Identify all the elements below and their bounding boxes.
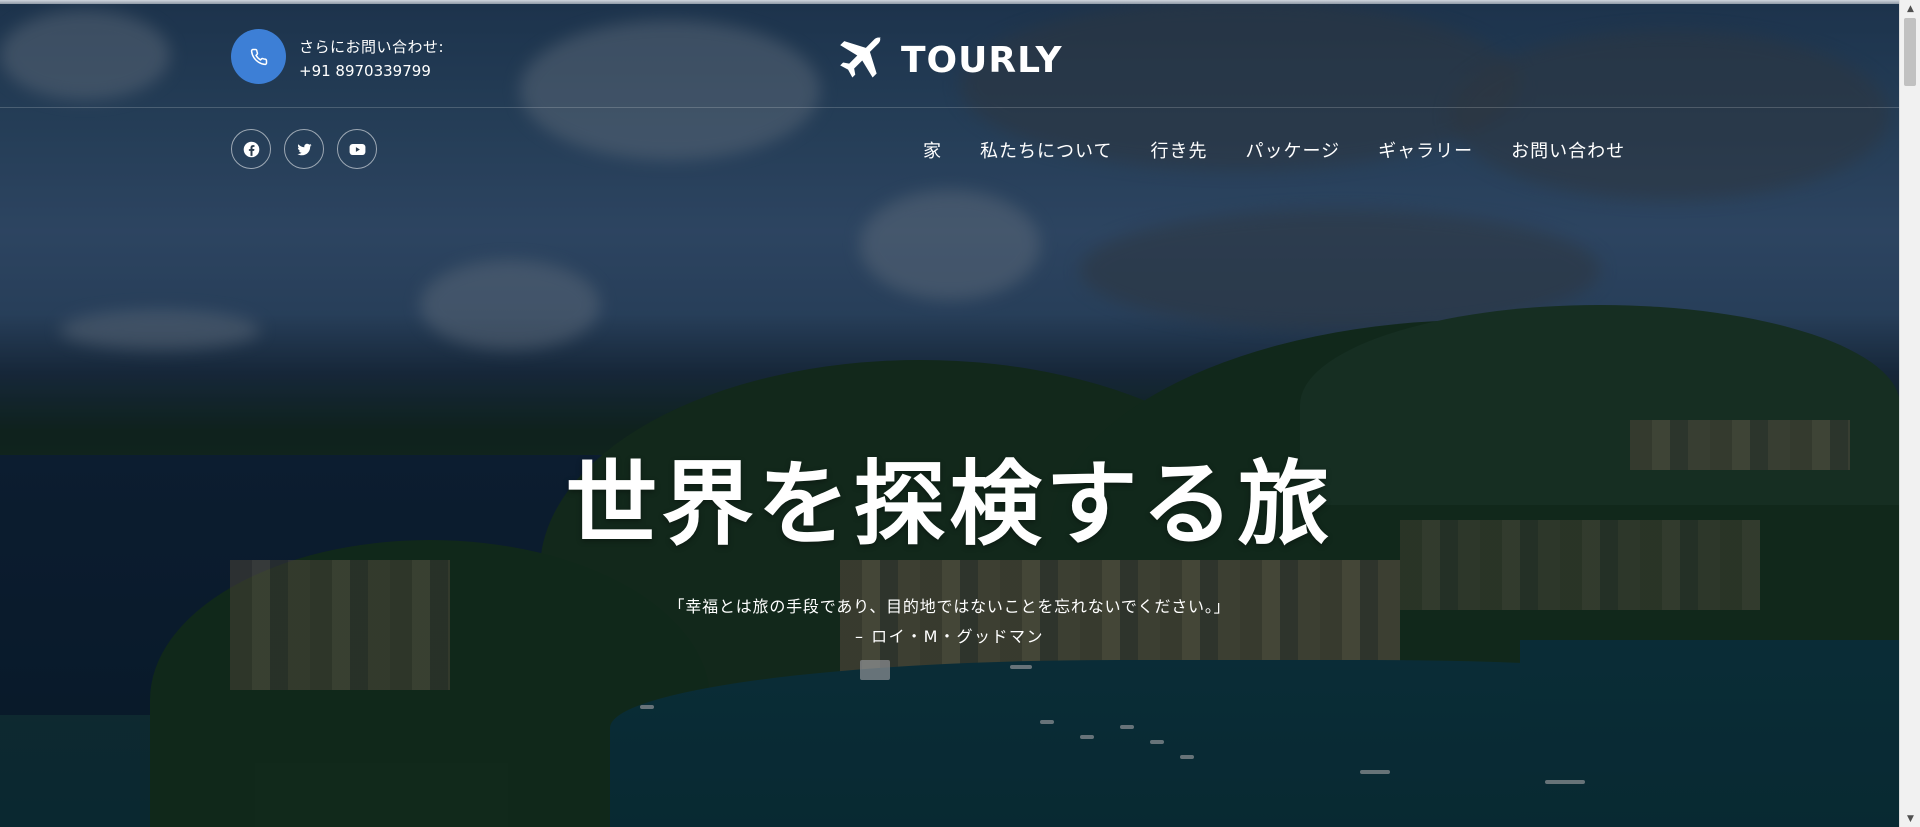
contact-label: さらにお問い合わせ: bbox=[299, 38, 445, 56]
brand-name: TOURLY bbox=[901, 39, 1063, 81]
hero-background-image bbox=[0, 0, 1899, 827]
scroll-down-arrow-icon[interactable]: ▼ bbox=[1900, 810, 1920, 827]
nav-item-destinations[interactable]: 行き先 bbox=[1150, 137, 1207, 163]
hero-title: 世界を探検する旅 bbox=[565, 451, 1334, 558]
twitter-icon bbox=[296, 143, 312, 155]
contact-phone[interactable]: +91 8970339799 bbox=[299, 62, 431, 80]
hero-quote: 「幸福とは旅の手段であり、目的地ではないことを忘れないでください。」 bbox=[668, 597, 1231, 616]
scrollbar-thumb[interactable] bbox=[1904, 18, 1916, 86]
header-top-bar: さらにお問い合わせ: +91 8970339799 TOURLY bbox=[0, 4, 1899, 108]
scroll-up-arrow-icon[interactable]: ▲ bbox=[1900, 0, 1920, 17]
nav-item-about[interactable]: 私たちについて bbox=[980, 137, 1112, 163]
phone-icon bbox=[250, 48, 267, 65]
brand-logo[interactable]: TOURLY bbox=[833, 32, 1063, 88]
twitter-link[interactable] bbox=[284, 129, 324, 169]
main-nav: 家 私たちについて 行き先 パッケージ ギャラリー お問い合わせ bbox=[923, 137, 1663, 163]
airplane-icon bbox=[840, 36, 882, 78]
page: さらにお問い合わせ: +91 8970339799 TOURLY 家 私たちにつ… bbox=[0, 0, 1899, 827]
nav-item-contact[interactable]: お問い合わせ bbox=[1511, 137, 1625, 163]
youtube-link[interactable] bbox=[337, 129, 377, 169]
facebook-icon bbox=[243, 141, 259, 157]
phone-button[interactable] bbox=[231, 29, 286, 84]
browser-top-edge bbox=[0, 0, 1899, 4]
nav-item-home[interactable]: 家 bbox=[923, 137, 942, 163]
hero-quote-author: – ロイ・M・グッドマン bbox=[855, 627, 1044, 646]
facebook-link[interactable] bbox=[231, 129, 271, 169]
nav-item-packages[interactable]: パッケージ bbox=[1245, 137, 1340, 163]
youtube-icon bbox=[349, 143, 365, 155]
vertical-scrollbar[interactable]: ▲ ▼ bbox=[1899, 0, 1920, 827]
nav-item-gallery[interactable]: ギャラリー bbox=[1378, 137, 1473, 163]
